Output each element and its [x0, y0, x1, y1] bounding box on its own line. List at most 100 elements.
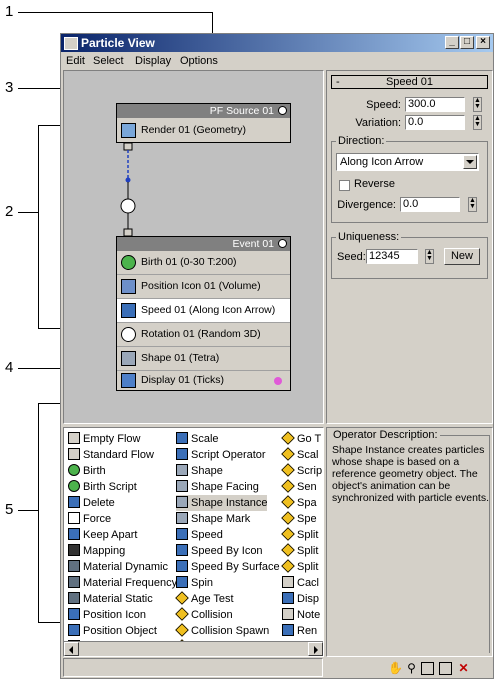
depot-item[interactable]: Mapping: [68, 543, 125, 559]
pan-icon[interactable]: ✋: [388, 662, 403, 675]
speed-spinner[interactable]: ▲ ▼: [473, 97, 482, 112]
depot-item-label: Spin: [191, 577, 214, 589]
scroll-right-button[interactable]: [308, 642, 323, 656]
divergence-spinner[interactable]: ▲ ▼: [468, 197, 477, 212]
zoom-region-icon[interactable]: [421, 662, 434, 675]
maximize-button[interactable]: □: [460, 36, 474, 49]
depot-item[interactable]: Position Object: [68, 623, 157, 639]
depot-item[interactable]: Split: [281, 559, 318, 575]
depot-item[interactable]: Keep Apart: [68, 527, 137, 543]
operator-shape[interactable]: Shape 01 (Tetra): [117, 347, 290, 371]
depot-item[interactable]: Collision Spawn: [175, 623, 269, 639]
reverse-checkbox[interactable]: [339, 180, 350, 191]
render-icon: [121, 123, 136, 138]
depot-item[interactable]: Material Static: [68, 591, 153, 607]
depot-item[interactable]: Standard Flow: [68, 447, 154, 463]
horizontal-scrollbar[interactable]: [64, 641, 323, 656]
lightbulb-icon[interactable]: [278, 239, 287, 248]
depot-item[interactable]: Speed By Icon: [176, 543, 263, 559]
depot-item[interactable]: Position Icon: [68, 607, 146, 623]
depot-item[interactable]: Spa: [281, 495, 317, 511]
depot-item[interactable]: Scale: [176, 431, 219, 447]
depot-item[interactable]: Disp: [282, 591, 319, 607]
display-color-swatch[interactable]: [274, 377, 282, 385]
chevron-down-icon[interactable]: [463, 155, 477, 169]
callout-1: 1: [5, 3, 14, 20]
variation-input[interactable]: 0.0: [405, 115, 465, 130]
depot-item[interactable]: Speed: [176, 527, 223, 543]
depot-item-label: Position Object: [83, 625, 157, 637]
depot-item[interactable]: Shape Facing: [176, 479, 259, 495]
depot-item[interactable]: Spe: [281, 511, 317, 527]
event-header[interactable]: Event 01: [117, 237, 290, 251]
minimize-button[interactable]: _: [445, 36, 459, 49]
depot-item[interactable]: Age Test: [175, 591, 234, 607]
direction-group-title: Direction:: [336, 135, 387, 147]
depot-item[interactable]: Script Operator: [176, 447, 266, 463]
depot-item[interactable]: Ren: [282, 623, 317, 639]
operator-speed[interactable]: Speed 01 (Along Icon Arrow): [117, 299, 290, 323]
operator-birth[interactable]: Birth 01 (0-30 T:200): [117, 251, 290, 275]
operator-display[interactable]: Display 01 (Ticks): [117, 371, 290, 391]
menu-select[interactable]: Select: [93, 55, 124, 67]
operator-icon: [68, 592, 80, 604]
divergence-input[interactable]: 0.0: [400, 197, 460, 212]
operator-icon: [176, 560, 188, 572]
depot-item[interactable]: Collision: [175, 607, 233, 623]
wire-connector: [120, 143, 136, 237]
variation-spinner[interactable]: ▲ ▼: [473, 115, 482, 130]
depot-item[interactable]: Birth: [68, 463, 106, 479]
menu-edit[interactable]: Edit: [66, 55, 85, 67]
depot-item[interactable]: Delete: [68, 495, 115, 511]
particle-diagram[interactable]: PF Source 01 Render 01 (Geometry) Event …: [63, 70, 324, 424]
depot-item[interactable]: Sen: [281, 479, 317, 495]
depot-item-label: Collision: [191, 609, 233, 621]
close-button[interactable]: ×: [476, 36, 490, 49]
depot-item[interactable]: Material Frequency: [68, 575, 177, 591]
operator-label: Position Icon 01 (Volume): [141, 280, 261, 292]
operator-icon: [282, 592, 294, 604]
depot-item-label: Material Static: [83, 593, 153, 605]
speed-rollout-header[interactable]: - Speed 01: [331, 75, 488, 89]
pf-source-header[interactable]: PF Source 01: [117, 104, 290, 118]
seed-spinner[interactable]: ▲ ▼: [425, 249, 434, 264]
seed-input[interactable]: 12345: [366, 249, 418, 264]
depot-item[interactable]: Shape Mark: [176, 511, 250, 527]
depot-item[interactable]: Scal: [281, 447, 318, 463]
depot-item[interactable]: Spin: [176, 575, 213, 591]
lightbulb-icon[interactable]: [278, 106, 287, 115]
depot-item[interactable]: Empty Flow: [68, 431, 140, 447]
speed-label: Speed:: [366, 99, 401, 111]
operator-rotation[interactable]: Rotation 01 (Random 3D): [117, 323, 290, 347]
operator-render[interactable]: Render 01 (Geometry): [117, 119, 290, 143]
pf-source-title: PF Source 01: [209, 105, 274, 117]
no-zoom-icon[interactable]: ✕: [457, 662, 470, 675]
menu-options[interactable]: Options: [180, 55, 218, 67]
menu-display[interactable]: Display: [135, 55, 171, 67]
operator-position-icon[interactable]: Position Icon 01 (Volume): [117, 275, 290, 299]
direction-dropdown[interactable]: Along Icon Arrow: [336, 153, 479, 171]
pf-source-box[interactable]: PF Source 01 Render 01 (Geometry): [116, 103, 291, 143]
rollout-toggle[interactable]: -: [336, 76, 340, 88]
depot-item[interactable]: Material Dynamic: [68, 559, 168, 575]
depot-item[interactable]: Note: [282, 607, 320, 623]
zoom-extents-icon[interactable]: [439, 662, 452, 675]
depot-item[interactable]: Cacl: [282, 575, 319, 591]
depot-item[interactable]: Shape: [176, 463, 223, 479]
title-bar[interactable]: Particle View _ □ ×: [61, 34, 493, 52]
depot-item-label: Birth: [83, 465, 106, 477]
depot-item[interactable]: Split: [281, 543, 318, 559]
depot-item[interactable]: Birth Script: [68, 479, 137, 495]
new-seed-button[interactable]: New: [444, 248, 480, 265]
callout-5-top: [38, 403, 60, 404]
depot-item[interactable]: Split: [281, 527, 318, 543]
depot-item[interactable]: Scrip: [281, 463, 322, 479]
zoom-icon[interactable]: ⚲: [405, 662, 418, 675]
speed-input[interactable]: 300.0: [405, 97, 465, 112]
depot-item[interactable]: Shape Instance: [176, 495, 268, 511]
depot-item[interactable]: Go T: [281, 431, 321, 447]
scroll-left-button[interactable]: [64, 642, 79, 656]
depot-item[interactable]: Force: [68, 511, 111, 527]
event-box[interactable]: Event 01 Birth 01 (0-30 T:200) Position …: [116, 236, 291, 391]
depot-item[interactable]: Speed By Surface: [176, 559, 280, 575]
